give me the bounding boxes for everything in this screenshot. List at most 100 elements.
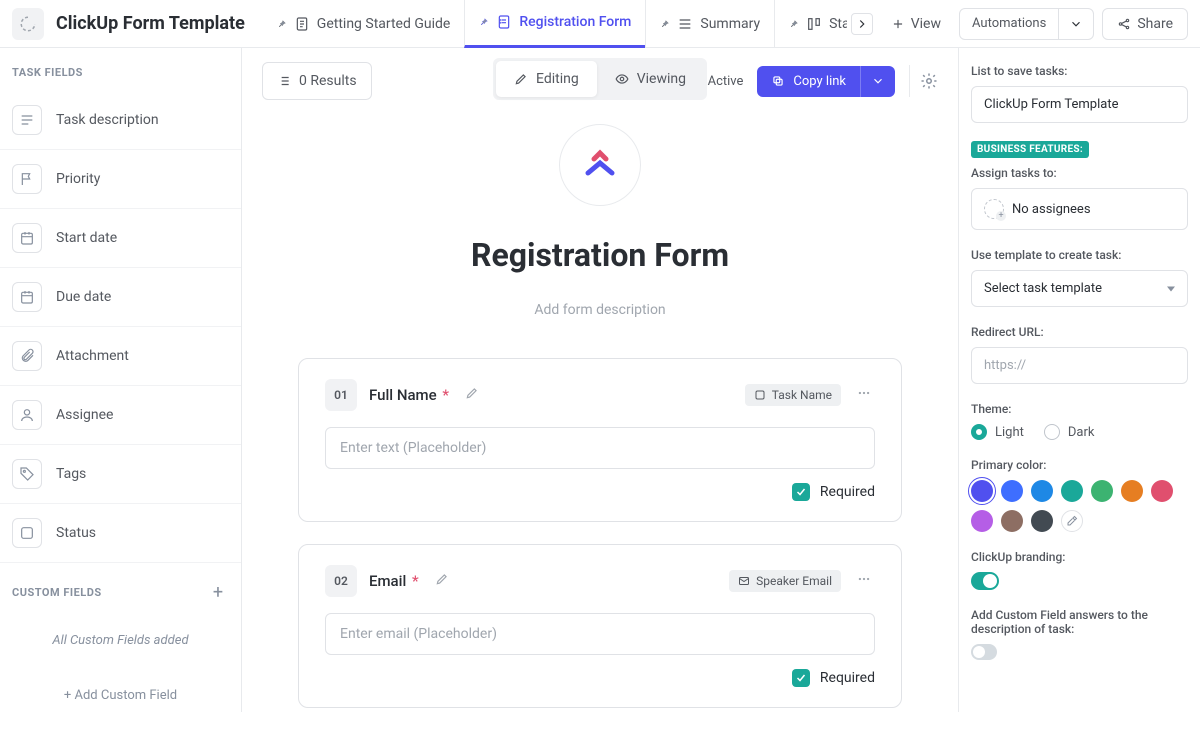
- viewing-mode-button[interactable]: Viewing: [597, 61, 704, 97]
- attachment-icon: [19, 348, 35, 364]
- form-logo[interactable]: [559, 124, 641, 206]
- pencil-icon: [514, 72, 528, 86]
- text-icon: [19, 112, 35, 128]
- form-title[interactable]: Registration Form: [298, 236, 902, 274]
- answer-placeholder-input[interactable]: Enter email (Placeholder): [325, 613, 875, 655]
- question-card[interactable]: 01 Full Name * Task Name Enter text (Pla…: [298, 358, 902, 522]
- custom-fields-empty-text: All Custom Fields added: [0, 603, 241, 648]
- settings-button[interactable]: [909, 65, 938, 97]
- pin-icon: [479, 17, 489, 27]
- color-swatch[interactable]: [971, 480, 993, 502]
- task-template-select[interactable]: Select task template: [971, 270, 1188, 307]
- field-tags[interactable]: Tags: [0, 445, 241, 504]
- question-number: 01: [325, 379, 357, 411]
- copy-link-dropdown[interactable]: [860, 66, 895, 97]
- results-pill[interactable]: 0 Results: [262, 62, 372, 100]
- question-more-button[interactable]: [853, 568, 875, 594]
- app-title[interactable]: ClickUp Form Template: [56, 13, 245, 34]
- color-swatch[interactable]: [1001, 510, 1023, 532]
- color-swatch[interactable]: [971, 510, 993, 532]
- scroll-tabs-right[interactable]: [851, 13, 873, 35]
- field-status[interactable]: Status: [0, 504, 241, 563]
- tab-stages[interactable]: Stages: [774, 0, 847, 48]
- form-icon: [496, 14, 512, 30]
- color-picker-button[interactable]: [1061, 510, 1083, 532]
- branding-toggle[interactable]: [971, 572, 999, 590]
- tab-summary[interactable]: Summary: [645, 0, 774, 48]
- cf-answers-toggle[interactable]: [971, 644, 997, 660]
- question-title[interactable]: Email *: [369, 572, 419, 590]
- required-checkbox[interactable]: [792, 483, 810, 501]
- color-swatch[interactable]: [1121, 480, 1143, 502]
- color-swatch[interactable]: [1031, 510, 1053, 532]
- question-more-button[interactable]: [853, 382, 875, 408]
- pin-icon: [789, 19, 799, 29]
- required-label: Required: [820, 484, 875, 500]
- tab-getting-started[interactable]: Getting Started Guide: [263, 0, 465, 48]
- user-icon: [19, 407, 35, 423]
- task-icon: [754, 389, 766, 401]
- theme-light-radio[interactable]: Light: [971, 424, 1024, 440]
- status-icon: [19, 525, 35, 541]
- editing-mode-button[interactable]: Editing: [496, 61, 597, 97]
- automations-dropdown[interactable]: [1058, 9, 1093, 39]
- color-swatch[interactable]: [1001, 480, 1023, 502]
- list-to-save-select[interactable]: ClickUp Form Template: [971, 86, 1188, 123]
- custom-fields-heading: CUSTOM FIELDS: [12, 586, 102, 599]
- add-custom-field-button[interactable]: + Add Custom Field: [0, 648, 241, 743]
- form-description-input[interactable]: Add form description: [298, 302, 902, 318]
- plus-icon: [891, 17, 905, 31]
- pencil-icon: [435, 572, 449, 586]
- form-settings-panel: List to save tasks: ClickUp Form Templat…: [958, 48, 1200, 712]
- color-swatches: [971, 480, 1188, 532]
- task-fields-sidebar: TASK FIELDS Task description Priority St…: [0, 48, 242, 712]
- field-assignee[interactable]: Assignee: [0, 386, 241, 445]
- answer-placeholder-input[interactable]: Enter text (Placeholder): [325, 427, 875, 469]
- field-due-date[interactable]: Due date: [0, 268, 241, 327]
- edit-question-button[interactable]: [465, 386, 479, 404]
- theme-dark-radio[interactable]: Dark: [1044, 424, 1095, 440]
- list-icon: [277, 74, 291, 88]
- calendar-icon: [19, 230, 35, 246]
- list-icon: [677, 16, 693, 32]
- add-custom-field-icon[interactable]: +: [207, 581, 229, 603]
- share-button[interactable]: Share: [1102, 8, 1188, 40]
- pin-icon: [660, 19, 670, 29]
- field-mapping-badge[interactable]: Task Name: [745, 384, 841, 406]
- add-assignee-icon: [984, 199, 1004, 219]
- tab-registration-form[interactable]: Registration Form: [464, 0, 645, 48]
- field-attachment[interactable]: Attachment: [0, 327, 241, 386]
- workspace-logo[interactable]: [12, 8, 44, 40]
- eyedropper-icon: [1066, 515, 1078, 527]
- assign-tasks-label: Assign tasks to:: [971, 166, 1188, 180]
- question-title[interactable]: Full Name *: [369, 386, 449, 404]
- field-priority[interactable]: Priority: [0, 150, 241, 209]
- field-mapping-badge[interactable]: Speaker Email: [729, 570, 841, 592]
- clickup-logo-icon: [580, 145, 620, 185]
- edit-question-button[interactable]: [435, 572, 449, 590]
- tag-icon: [19, 466, 35, 482]
- business-features-badge: BUSINESS FEATURES:: [971, 141, 1089, 158]
- assign-tasks-select[interactable]: No assignees: [971, 188, 1188, 230]
- question-card[interactable]: 02 Email * Speaker Email Enter email (Pl…: [298, 544, 902, 708]
- color-swatch[interactable]: [1151, 480, 1173, 502]
- color-swatch[interactable]: [1091, 480, 1113, 502]
- color-swatch[interactable]: [1031, 480, 1053, 502]
- eye-icon: [615, 72, 629, 86]
- gear-icon: [920, 72, 938, 90]
- field-start-date[interactable]: Start date: [0, 209, 241, 268]
- check-icon: [795, 486, 807, 498]
- doc-icon: [294, 16, 310, 32]
- list-to-save-label: List to save tasks:: [971, 64, 1188, 78]
- flag-icon: [19, 171, 35, 187]
- primary-color-label: Primary color:: [971, 458, 1188, 472]
- automations-button[interactable]: Automations: [959, 8, 1094, 40]
- redirect-url-input[interactable]: https://: [971, 347, 1188, 384]
- copy-link-button[interactable]: Copy link: [757, 66, 860, 97]
- theme-label: Theme:: [971, 402, 1188, 416]
- field-task-description[interactable]: Task description: [0, 91, 241, 150]
- add-view-button[interactable]: View: [881, 10, 951, 38]
- color-swatch[interactable]: [1061, 480, 1083, 502]
- loading-icon: [19, 15, 37, 33]
- required-checkbox[interactable]: [792, 669, 810, 687]
